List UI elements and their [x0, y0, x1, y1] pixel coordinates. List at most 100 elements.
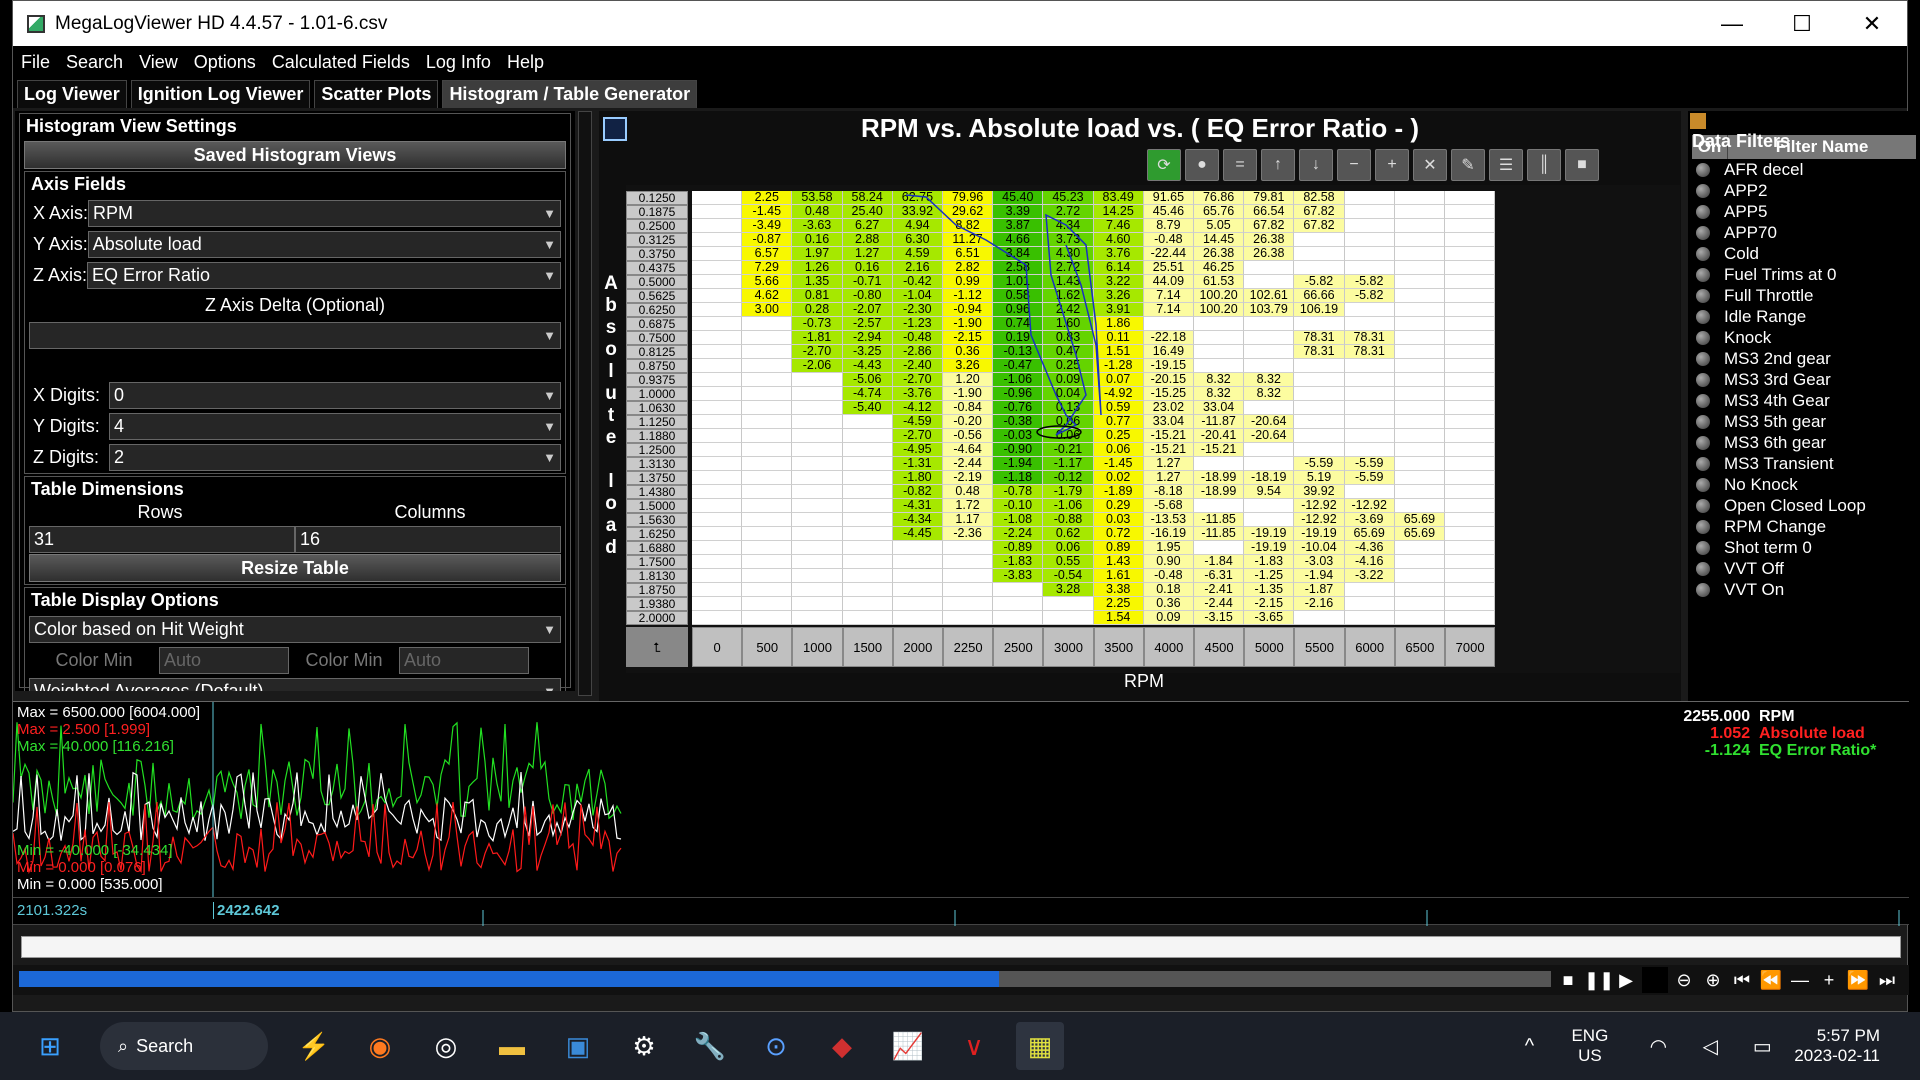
- z-axis-delta-select[interactable]: ▼: [29, 321, 561, 349]
- refresh-icon[interactable]: ⟳: [1147, 149, 1181, 181]
- filter-toggle-icon[interactable]: [1696, 162, 1710, 177]
- filter-toggle-icon[interactable]: [1696, 351, 1710, 366]
- efi-app-icon[interactable]: ◆: [818, 1022, 866, 1070]
- narrow-icon[interactable]: —: [1787, 967, 1813, 993]
- menu-options[interactable]: Options: [186, 52, 264, 73]
- menu-help[interactable]: Help: [499, 52, 552, 73]
- menu-file[interactable]: File: [13, 52, 58, 73]
- equal-icon[interactable]: =: [1223, 149, 1257, 181]
- g4-app-icon[interactable]: ▣: [554, 1022, 602, 1070]
- filter-toggle-icon[interactable]: [1696, 225, 1710, 240]
- filter-row[interactable]: Cold: [1696, 243, 1920, 264]
- widen-icon[interactable]: +: [1816, 967, 1842, 993]
- filter-toggle-icon[interactable]: [1696, 519, 1710, 534]
- log-graph[interactable]: Max = 6500.000 [6004.000] Max = 2.500 [1…: [12, 701, 1909, 898]
- minus-icon[interactable]: −: [1337, 149, 1371, 181]
- square-icon[interactable]: ■: [1565, 149, 1599, 181]
- circle-icon[interactable]: ●: [1185, 149, 1219, 181]
- windows-start-icon[interactable]: ⊞: [26, 1022, 74, 1070]
- rows-input[interactable]: 31: [29, 526, 295, 553]
- pencil-icon[interactable]: ✎: [1451, 149, 1485, 181]
- vgraph-app-icon[interactable]: ∨: [950, 1022, 998, 1070]
- filter-toggle-icon[interactable]: [1696, 204, 1710, 219]
- zoom-out-icon[interactable]: ⊖: [1671, 967, 1697, 993]
- filter-row[interactable]: Open Closed Loop: [1696, 495, 1920, 516]
- fast-forward-icon[interactable]: ⏩: [1845, 967, 1871, 993]
- y-digits-select[interactable]: 4 ▼: [109, 412, 561, 440]
- columns-input[interactable]: 16: [295, 526, 561, 553]
- pause-icon[interactable]: ❚❚: [1584, 967, 1614, 993]
- filter-toggle-icon[interactable]: [1696, 456, 1710, 471]
- filter-row[interactable]: MS3 4th Gear: [1696, 390, 1920, 411]
- battery-icon[interactable]: ▭: [1738, 1022, 1786, 1070]
- filter-row[interactable]: APP70: [1696, 222, 1920, 243]
- stop-icon[interactable]: ■: [1555, 967, 1581, 993]
- tab-ignition-log-viewer[interactable]: Ignition Log Viewer: [130, 80, 311, 108]
- chart-app-icon[interactable]: 📈: [884, 1022, 932, 1070]
- tab-scatter-plots[interactable]: Scatter Plots: [314, 80, 439, 108]
- settings-scrollbar[interactable]: [578, 111, 592, 696]
- color-mode-select[interactable]: Color based on Hit Weight ▼: [29, 615, 561, 643]
- filter-row[interactable]: Idle Range: [1696, 306, 1920, 327]
- megalogviewer-taskbar-icon[interactable]: ▦: [1016, 1022, 1064, 1070]
- filter-row[interactable]: Knock: [1696, 327, 1920, 348]
- taskbar-search[interactable]: ⌕ Search: [100, 1022, 268, 1070]
- edit-filters-icon[interactable]: [1690, 113, 1706, 129]
- y-axis-select[interactable]: Absolute load ▼: [87, 230, 561, 258]
- filter-row[interactable]: MS3 2nd gear: [1696, 348, 1920, 369]
- clock[interactable]: 5:57 PM 2023-02-11: [1794, 1026, 1880, 1066]
- time-axis[interactable]: 2101.322s 2422.642: [13, 897, 1909, 926]
- minimize-icon[interactable]: —: [1697, 11, 1767, 37]
- wrench-icon[interactable]: 🔧: [686, 1022, 734, 1070]
- filter-toggle-icon[interactable]: [1696, 414, 1710, 429]
- filter-toggle-icon[interactable]: [1696, 309, 1710, 324]
- clear-icon[interactable]: ✕: [1413, 149, 1447, 181]
- filter-toggle-icon[interactable]: [1696, 393, 1710, 408]
- car-app-icon[interactable]: ⊙: [752, 1022, 800, 1070]
- filter-toggle-icon[interactable]: [1696, 267, 1710, 282]
- log-position-slider[interactable]: [19, 971, 1551, 987]
- filter-row[interactable]: MS3 Transient: [1696, 453, 1920, 474]
- filter-toggle-icon[interactable]: [1696, 435, 1710, 450]
- tab-log-viewer[interactable]: Log Viewer: [17, 80, 127, 108]
- zoom-in-icon[interactable]: ⊕: [1700, 967, 1726, 993]
- rewind-icon[interactable]: ⏪: [1758, 967, 1784, 993]
- filter-toggle-icon[interactable]: [1696, 582, 1710, 597]
- filter-toggle-icon[interactable]: [1696, 183, 1710, 198]
- filter-row[interactable]: APP2: [1696, 180, 1920, 201]
- filter-row[interactable]: AFR decel: [1696, 159, 1920, 180]
- wifi-icon[interactable]: ◠: [1634, 1022, 1682, 1070]
- down-arrow-icon[interactable]: ↓: [1299, 149, 1333, 181]
- lightning-app-icon[interactable]: ⚡: [290, 1022, 338, 1070]
- filter-toggle-icon[interactable]: [1696, 540, 1710, 555]
- filter-toggle-icon[interactable]: [1696, 372, 1710, 387]
- graph-horizontal-scrollbar[interactable]: [21, 936, 1901, 958]
- color-max-input[interactable]: Auto: [399, 646, 529, 674]
- menu-log-info[interactable]: Log Info: [418, 52, 499, 73]
- filter-toggle-icon[interactable]: [1696, 561, 1710, 576]
- filter-row[interactable]: Full Throttle: [1696, 285, 1920, 306]
- filter-row[interactable]: MS3 3rd Gear: [1696, 369, 1920, 390]
- filter-toggle-icon[interactable]: [1696, 246, 1710, 261]
- volume-icon[interactable]: ◁: [1686, 1022, 1734, 1070]
- skip-start-icon[interactable]: ⏮: [1729, 967, 1755, 993]
- language-indicator[interactable]: ENG US: [1571, 1026, 1608, 1066]
- firefox-icon[interactable]: ◉: [356, 1022, 404, 1070]
- z-axis-select[interactable]: EQ Error Ratio ▼: [87, 261, 561, 289]
- gauge-app-icon[interactable]: ◎: [422, 1022, 470, 1070]
- filter-row[interactable]: MS3 6th gear: [1696, 432, 1920, 453]
- speed-icon[interactable]: [1642, 967, 1668, 993]
- chevron-up-icon[interactable]: ^: [1505, 1022, 1553, 1070]
- x-digits-select[interactable]: 0 ▼: [109, 381, 561, 409]
- filter-row[interactable]: VVT Off: [1696, 558, 1920, 579]
- filter-row[interactable]: VVT On: [1696, 579, 1920, 600]
- x-axis-select[interactable]: RPM ▼: [88, 199, 561, 227]
- skip-end-icon[interactable]: ⏭: [1874, 967, 1900, 993]
- columns-icon[interactable]: ║: [1527, 149, 1561, 181]
- filter-row[interactable]: MS3 5th gear: [1696, 411, 1920, 432]
- filter-row[interactable]: Shot term 0: [1696, 537, 1920, 558]
- filter-row[interactable]: RPM Change: [1696, 516, 1920, 537]
- rows-icon[interactable]: ☰: [1489, 149, 1523, 181]
- file-explorer-icon[interactable]: ▬: [488, 1022, 536, 1070]
- up-arrow-icon[interactable]: ↑: [1261, 149, 1295, 181]
